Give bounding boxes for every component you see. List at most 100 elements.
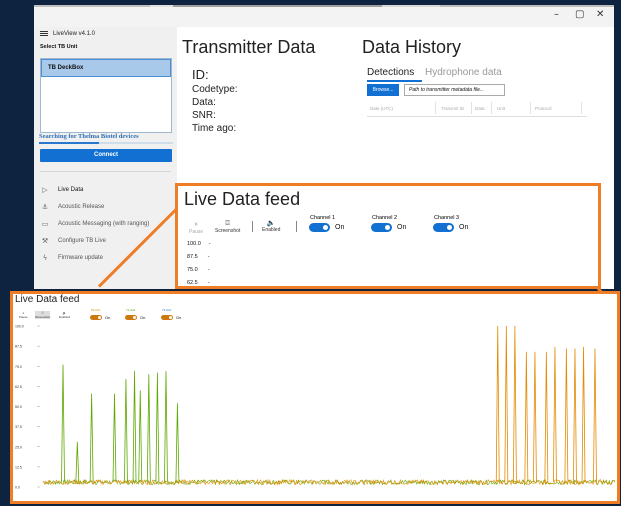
pause-button[interactable]: ⏸ Pause (189, 220, 203, 235)
live-feed-title: Live Data feed (184, 189, 301, 209)
channel-3-label: Channel 3 (434, 215, 460, 221)
series-1-pulse (138, 390, 143, 483)
pause-label: Pause (189, 229, 204, 235)
y-value: - (208, 241, 211, 247)
channel-3-toggle[interactable] (433, 223, 454, 232)
col-separator (491, 102, 492, 114)
col-data[interactable]: Data (475, 106, 485, 111)
unit-item[interactable]: TB DeckBox (41, 59, 171, 77)
field-codetype: Codetype: (192, 84, 238, 95)
control-divider (252, 221, 253, 232)
y-value: - (207, 267, 210, 273)
series-2-pulse (524, 351, 529, 483)
y-tick-label: 25.0 (15, 445, 22, 449)
close-icon[interactable]: ✕ (596, 9, 604, 20)
series-1-pulse (155, 372, 160, 483)
camera-icon: ⌼ (225, 219, 230, 227)
search-status: Searching for Thelma Biotel devices (39, 133, 139, 140)
sidebar-divider (40, 171, 171, 172)
window-top-strip (34, 5, 614, 7)
channel-3-state: On (459, 224, 469, 231)
nav-configure[interactable]: ⚒ Configure TB Live (34, 233, 177, 249)
series-1-pulse (146, 374, 151, 483)
wrench-icon: ⚒ (41, 237, 49, 245)
series-2-pulse (533, 351, 537, 483)
field-data: Data: (192, 97, 216, 108)
connect-button[interactable]: Connect (40, 149, 172, 162)
series-2-pulse (495, 325, 500, 483)
nav-label: Firmware update (58, 255, 104, 261)
col-transmit-id[interactable]: Transmit ID (441, 106, 464, 111)
unit-list[interactable]: TB DeckBox (40, 58, 172, 133)
series-2-pulse (513, 325, 517, 483)
col-protocol[interactable]: Protocol (535, 106, 552, 111)
series-2-pulse (544, 351, 549, 483)
sound-toggle[interactable]: 🔈 Enabled (262, 219, 280, 233)
y-tick: 75.0 (187, 267, 198, 273)
y-tick-label: 37.5 (15, 425, 22, 429)
nav-live-data[interactable]: ▷ Live Data (34, 182, 177, 198)
y-tick-label: 50.0 (15, 405, 22, 409)
channel-2-label: Channel 2 (372, 215, 398, 221)
play-outline-icon: ▷ (42, 186, 48, 194)
y-value: - (207, 254, 210, 260)
hamburger-icon[interactable] (40, 31, 48, 36)
series-1-pulse (124, 379, 128, 483)
channel-1-state: On (335, 224, 345, 231)
col-separator (581, 102, 582, 114)
channel-1-label: Channel 1 (310, 215, 336, 221)
col-date[interactable]: Date (UTC) (370, 106, 393, 111)
transmitter-title: Transmitter Data (182, 37, 316, 57)
channel-2-toggle[interactable] (371, 223, 392, 232)
y-tick: 87.5 (187, 254, 198, 260)
screenshot-button[interactable]: ⌼ Screenshot (215, 219, 240, 234)
tab-detections[interactable]: Detections (367, 67, 414, 78)
y-tick: 62.5 (187, 280, 198, 286)
col-separator (435, 102, 436, 114)
y-tick-label: 12.5 (15, 465, 22, 469)
app-title-text: LiveView v4.1.0 (53, 31, 95, 38)
maximize-icon[interactable]: ▢ (575, 9, 584, 20)
y-value: - (207, 280, 210, 286)
tab-underline (367, 80, 422, 82)
y-tick: 100.0 (187, 241, 201, 247)
series-1-pulse (75, 441, 80, 483)
y-tick-row: 87.5 - (187, 254, 210, 260)
nav-firmware[interactable]: ϟ Firmware update (34, 250, 177, 266)
tab-hydrophone[interactable]: Hydrophone data (425, 67, 502, 78)
series-1-pulse (175, 403, 180, 483)
browse-button[interactable]: Browse... (367, 84, 399, 96)
transmitter-fields: ID: Codetype: Data: SNR: Time ago: (192, 66, 238, 135)
series-2-pulse (593, 348, 597, 483)
speaker-icon: 🔈 (266, 219, 276, 227)
col-unit[interactable]: Unit (497, 106, 505, 111)
anchor-icon: ⚓ (41, 203, 49, 211)
bolt-icon: ϟ (42, 254, 48, 262)
y-tick-label: 87.5 (15, 345, 22, 349)
channel-2-state: On (397, 224, 407, 231)
chat-icon: ▭ (41, 220, 49, 228)
channel-1-toggle[interactable] (309, 223, 330, 232)
series-2-pulse (573, 348, 577, 483)
series-1-pulse (164, 371, 168, 483)
field-id: ID: (192, 67, 209, 82)
nav-label: Acoustic Release (58, 204, 105, 210)
nav-label: Acoustic Messaging (with ranging) (58, 221, 150, 227)
series-2-pulse (553, 346, 557, 483)
search-progress-bar (39, 142, 173, 144)
minimize-icon[interactable]: – (554, 9, 559, 20)
select-unit-label: Select TB Unit (40, 44, 78, 50)
zoomed-feed-panel: Live Data feed ⏸ Pause ⌼ Screenshot 🔈 Enabl… (10, 291, 620, 504)
history-table-header: Date (UTC) Transmit ID Data Unit Protoco… (367, 100, 587, 117)
col-separator (530, 102, 531, 114)
nav-label: Live Data (58, 187, 84, 193)
y-tick-row: 100.0 - (187, 241, 211, 247)
y-tick-label: 62.5 (15, 385, 22, 389)
nav-label: Configure TB Live (58, 238, 106, 244)
nav-acoustic-release[interactable]: ⚓ Acoustic Release (34, 199, 177, 215)
y-tick-label: 0.0 (15, 486, 20, 490)
title-bar: – ▢ ✕ (34, 5, 614, 27)
path-input[interactable]: Path to transmitter metadata file... (404, 84, 505, 96)
y-tick-row: 75.0 - (187, 267, 210, 273)
series-2-pulse (504, 325, 509, 483)
